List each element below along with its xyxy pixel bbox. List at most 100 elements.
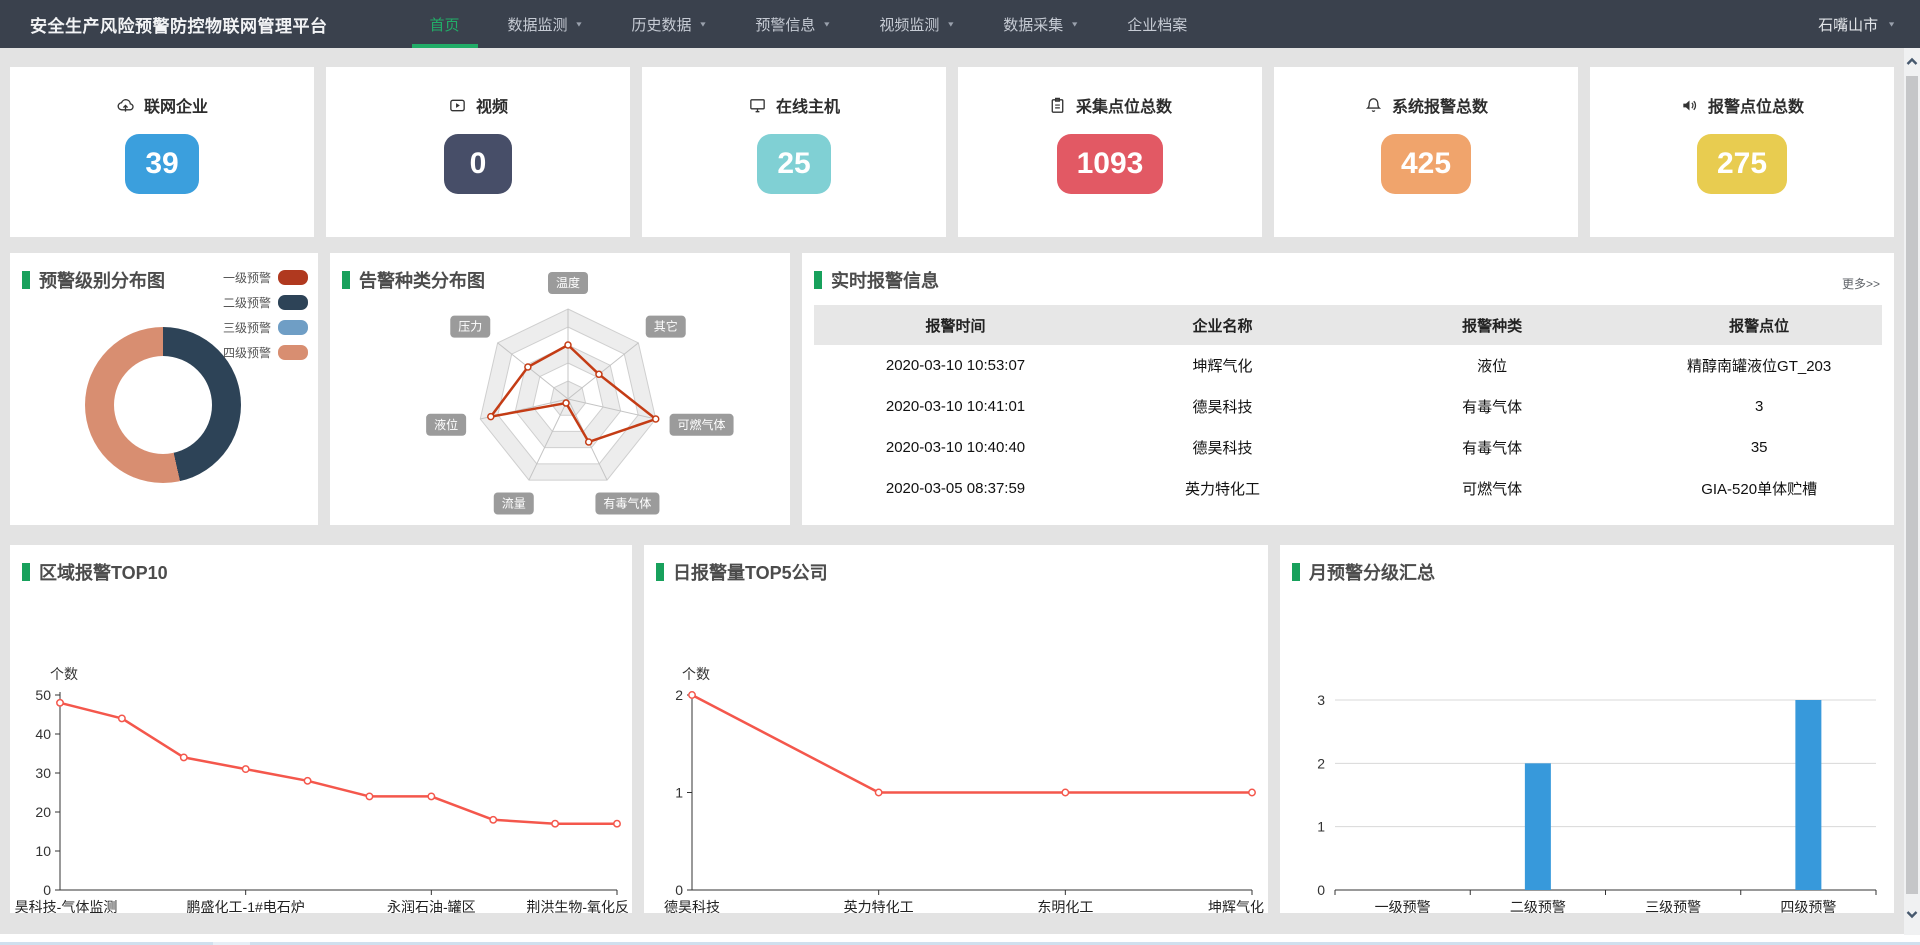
- x-tick-label: 荆洪生物-氧化反: [526, 899, 629, 913]
- stat-card-label: 视频: [476, 93, 508, 117]
- stat-card-header: 报警点位总数: [1680, 93, 1804, 117]
- y-axis-title: 个数: [50, 666, 78, 682]
- panel-monthly-levels: 月预警分级汇总 0123一级预警二级预警三级预警四级预警: [1280, 545, 1894, 913]
- stat-card-connected-enterprises: 联网企业 39: [10, 67, 314, 237]
- region-label: 石嘴山市: [1818, 14, 1878, 35]
- legend-item[interactable]: 一级预警: [223, 269, 308, 286]
- nav-item-label: 预警信息: [755, 14, 815, 35]
- trend-line: [692, 695, 1252, 793]
- clipboard-icon: [1048, 96, 1067, 115]
- panel-title: 告警种类分布图: [342, 267, 485, 293]
- nav-item-enterprise-archive[interactable]: 企业档案: [1103, 0, 1211, 48]
- scroll-up-icon[interactable]: [1904, 54, 1920, 70]
- radar-axis-label: 其它: [654, 319, 678, 334]
- region-selector[interactable]: 石嘴山市 ▼: [1818, 14, 1896, 35]
- alarm-table-row[interactable]: 2020-03-10 10:41:01德昊科技有毒气体3: [814, 386, 1882, 427]
- y-tick-label: 2: [1317, 755, 1325, 771]
- alarm-table-header: 报警时间企业名称报警种类报警点位: [814, 305, 1882, 345]
- panel-daily-top5: 日报警量TOP5公司 012个数德昊科技英力特化工东明化工坤辉气化: [644, 545, 1268, 913]
- more-link[interactable]: 更多>>: [1842, 275, 1880, 292]
- alarm-table-cell: 2020-03-05 08:37:59: [814, 480, 1097, 497]
- stat-card-value: 425: [1381, 134, 1471, 194]
- stat-card-label: 联网企业: [144, 93, 208, 117]
- column-header: 报警种类: [1348, 315, 1636, 336]
- panel-title: 区域报警TOP10: [22, 559, 168, 585]
- x-tick-label: 四级预警: [1780, 899, 1836, 913]
- chevron-down-icon: ▼: [822, 20, 831, 28]
- x-tick-label: 昊科技-气体监测: [15, 899, 118, 913]
- title-marker: [22, 271, 30, 289]
- alarm-table-cell: 精醇南罐液位GT_203: [1636, 355, 1882, 376]
- nav-item-label: 首页: [430, 14, 460, 35]
- stat-card-value: 39: [125, 134, 198, 194]
- radar-axis-label: 液位: [434, 417, 458, 432]
- alarm-table-row[interactable]: 2020-03-05 08:37:59英力特化工可燃气体GIA-520单体贮槽: [814, 468, 1882, 509]
- panel-alarm-type-radar: 告警种类分布图 温度其它可燃气体有毒气体流量液位压力: [330, 253, 790, 525]
- radar-point: [488, 414, 494, 420]
- alarm-table-row[interactable]: 2020-03-10 10:53:07坤辉气化液位精醇南罐液位GT_203: [814, 345, 1882, 386]
- legend-item[interactable]: 二级预警: [223, 294, 308, 311]
- data-point: [875, 789, 881, 795]
- chevron-down-icon: ▼: [1070, 20, 1079, 28]
- legend-label: 二级预警: [223, 294, 271, 311]
- panel-title-text: 日报警量TOP5公司: [673, 559, 828, 585]
- nav-item-video-monitor[interactable]: 视频监测▼: [855, 0, 979, 48]
- trend-line: [60, 703, 617, 824]
- x-tick-label: 德昊科技: [664, 899, 720, 913]
- nav-item-label: 企业档案: [1127, 14, 1187, 35]
- alarm-table-cell: 液位: [1348, 355, 1636, 376]
- radar-point: [653, 416, 659, 422]
- y-tick-label: 20: [35, 804, 51, 820]
- bottom-whitespace: [0, 934, 1920, 942]
- panel-title: 日报警量TOP5公司: [656, 559, 828, 585]
- x-tick-label: 三级预警: [1645, 899, 1701, 913]
- radar-chart: 温度其它可燃气体有毒气体流量液位压力: [330, 253, 790, 525]
- panel-title-text: 区域报警TOP10: [39, 559, 168, 585]
- legend-item[interactable]: 三级预警: [223, 319, 308, 336]
- nav-item-home[interactable]: 首页: [406, 0, 484, 48]
- stat-card-header: 系统报警总数: [1364, 93, 1488, 117]
- nav-item-data-collection[interactable]: 数据采集▼: [979, 0, 1103, 48]
- bell-icon: [1364, 96, 1383, 115]
- scrollbar-thumb[interactable]: [1906, 76, 1918, 894]
- legend-item[interactable]: 四级预警: [223, 344, 308, 361]
- speaker-icon: [1680, 96, 1699, 115]
- column-header: 报警点位: [1636, 315, 1882, 336]
- data-point: [1062, 789, 1068, 795]
- monitor-icon: [748, 96, 767, 115]
- nav-item-data-monitor[interactable]: 数据监测▼: [484, 0, 608, 48]
- y-tick-label: 40: [35, 726, 51, 742]
- stat-card-header: 视频: [448, 93, 508, 117]
- y-tick-label: 0: [43, 882, 51, 898]
- data-point: [614, 821, 620, 827]
- alarm-table-row[interactable]: 2020-03-10 10:40:40德昊科技有毒气体35: [814, 427, 1882, 468]
- panel-title-text: 告警种类分布图: [359, 267, 485, 293]
- x-tick-label: 二级预警: [1510, 899, 1566, 913]
- donut-hole: [114, 356, 212, 454]
- y-tick-label: 3: [1317, 692, 1325, 708]
- daily-top5-line-chart: 012个数德昊科技英力特化工东明化工坤辉气化: [644, 545, 1268, 913]
- stat-card-label: 报警点位总数: [1708, 93, 1804, 117]
- x-tick-label: 鹏盛化工-1#电石炉: [187, 899, 305, 913]
- y-tick-label: 10: [35, 843, 51, 859]
- nav-item-history-data[interactable]: 历史数据▼: [607, 0, 731, 48]
- radar-point: [596, 371, 602, 377]
- pie-legend: 一级预警二级预警三级预警四级预警: [223, 269, 308, 361]
- page-scrollbar[interactable]: [1904, 48, 1920, 935]
- stat-card-label: 系统报警总数: [1392, 93, 1488, 117]
- stat-card-label: 在线主机: [776, 93, 840, 117]
- nav-item-warning-info[interactable]: 预警信息 ▼: [731, 0, 855, 48]
- data-point: [304, 778, 310, 784]
- scroll-down-icon[interactable]: [1904, 906, 1920, 922]
- stat-card-value: 25: [757, 134, 830, 194]
- data-point: [181, 754, 187, 760]
- stat-card-value: 1093: [1057, 134, 1164, 194]
- alarm-table-cell: 2020-03-10 10:53:07: [814, 357, 1097, 374]
- chevron-down-icon: ▼: [1887, 20, 1896, 28]
- stat-card-header: 采集点位总数: [1048, 93, 1172, 117]
- bar: [1525, 763, 1551, 890]
- legend-swatch: [278, 320, 308, 335]
- stat-card-online-hosts: 在线主机 25: [642, 67, 946, 237]
- alarm-table-cell: 有毒气体: [1348, 396, 1636, 417]
- y-tick-label: 2: [675, 687, 683, 703]
